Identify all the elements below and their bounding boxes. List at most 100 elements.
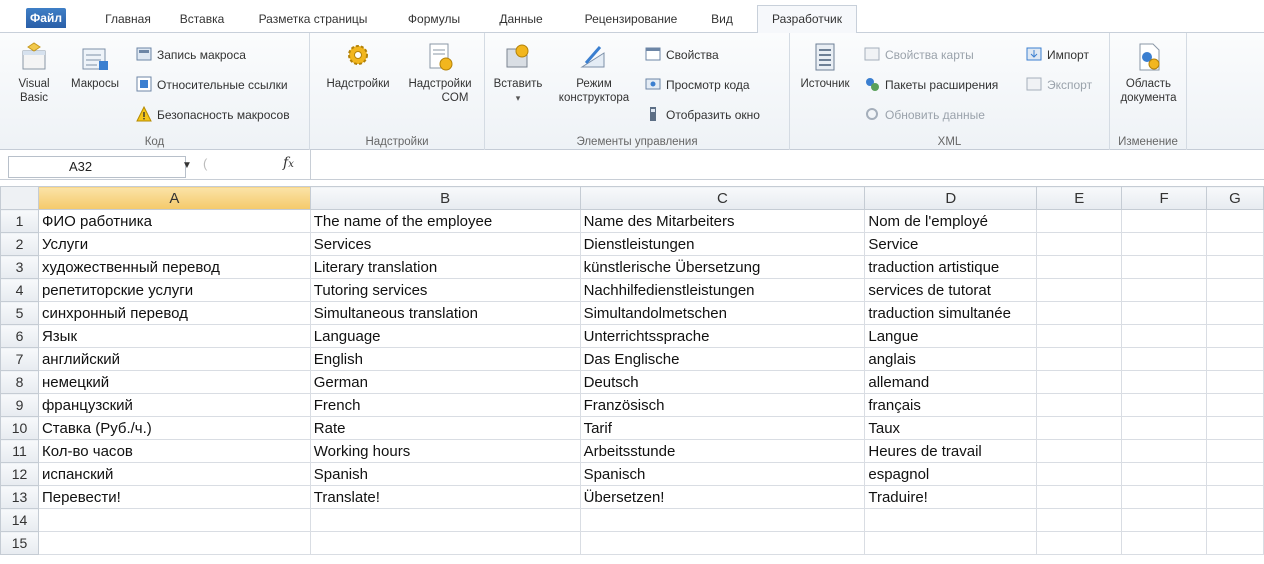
- table-cell[interactable]: [1121, 508, 1208, 532]
- table-cell[interactable]: anglais: [864, 347, 1038, 371]
- table-cell[interactable]: [579, 508, 866, 532]
- row-header[interactable]: 15: [0, 531, 39, 555]
- table-cell[interactable]: репетиторские услуги: [37, 278, 311, 302]
- table-cell[interactable]: espagnol: [864, 462, 1038, 486]
- table-cell[interactable]: [1036, 301, 1123, 325]
- table-cell[interactable]: Deutsch: [579, 370, 866, 394]
- table-cell[interactable]: [1206, 301, 1264, 325]
- com-addins-button[interactable]: Надстройки COM: [400, 41, 480, 105]
- table-cell[interactable]: [1036, 232, 1123, 256]
- row-header[interactable]: 13: [0, 485, 39, 509]
- table-cell[interactable]: [1206, 439, 1264, 463]
- macro-security-button[interactable]: Безопасность макросов: [136, 105, 290, 125]
- table-cell[interactable]: Langue: [864, 324, 1038, 348]
- table-cell[interactable]: английский: [37, 347, 311, 371]
- row-header[interactable]: 7: [0, 347, 39, 371]
- table-cell[interactable]: Unterrichtssprache: [579, 324, 866, 348]
- table-cell[interactable]: Язык: [37, 324, 311, 348]
- table-cell[interactable]: French: [309, 393, 581, 417]
- tab-review[interactable]: Рецензирование: [576, 9, 686, 33]
- tab-data[interactable]: Данные: [494, 9, 548, 33]
- table-cell[interactable]: English: [309, 347, 581, 371]
- table-cell[interactable]: [1121, 485, 1208, 509]
- name-box-dropdown-icon[interactable]: ▼: [182, 160, 192, 171]
- row-header[interactable]: 10: [0, 416, 39, 440]
- addins-button[interactable]: Надстройки: [318, 41, 398, 91]
- table-cell[interactable]: [864, 508, 1038, 532]
- table-cell[interactable]: [1206, 278, 1264, 302]
- table-cell[interactable]: [1206, 209, 1264, 233]
- insert-control-button[interactable]: Вставить ▾: [489, 41, 547, 105]
- column-header[interactable]: C: [579, 186, 866, 210]
- table-cell[interactable]: Services: [309, 232, 581, 256]
- table-cell[interactable]: французский: [37, 393, 311, 417]
- column-header[interactable]: F: [1121, 186, 1208, 210]
- table-cell[interactable]: художественный перевод: [37, 255, 311, 279]
- table-cell[interactable]: Heures de travail: [864, 439, 1038, 463]
- tab-insert[interactable]: Вставка: [172, 9, 232, 33]
- row-header[interactable]: 1: [0, 209, 39, 233]
- table-cell[interactable]: [1121, 301, 1208, 325]
- table-cell[interactable]: [1036, 462, 1123, 486]
- table-cell[interactable]: Кол-во часов: [37, 439, 311, 463]
- table-cell[interactable]: [37, 508, 311, 532]
- column-header[interactable]: G: [1206, 186, 1264, 210]
- table-cell[interactable]: [1121, 416, 1208, 440]
- table-cell[interactable]: [1121, 209, 1208, 233]
- table-cell[interactable]: [1036, 370, 1123, 394]
- table-cell[interactable]: [1206, 393, 1264, 417]
- column-header[interactable]: D: [864, 186, 1038, 210]
- row-header[interactable]: 12: [0, 462, 39, 486]
- tab-home[interactable]: Главная: [100, 9, 156, 33]
- row-header[interactable]: 14: [0, 508, 39, 532]
- table-cell[interactable]: künstlerische Übersetzung: [579, 255, 866, 279]
- table-cell[interactable]: Spanisch: [579, 462, 866, 486]
- table-cell[interactable]: traduction simultanée: [864, 301, 1038, 325]
- tab-formulas[interactable]: Формулы: [404, 9, 464, 33]
- table-cell[interactable]: Das Englische: [579, 347, 866, 371]
- table-cell[interactable]: [1121, 370, 1208, 394]
- table-cell[interactable]: [1121, 393, 1208, 417]
- tab-file[interactable]: Файл: [26, 8, 66, 28]
- table-cell[interactable]: German: [309, 370, 581, 394]
- macros-button[interactable]: Макросы: [62, 41, 128, 91]
- visual-basic-button[interactable]: Visual Basic: [14, 41, 54, 105]
- table-cell[interactable]: [1206, 508, 1264, 532]
- table-cell[interactable]: services de tutorat: [864, 278, 1038, 302]
- row-header[interactable]: 5: [0, 301, 39, 325]
- run-dialog-button[interactable]: Отобразить окно: [645, 105, 760, 125]
- table-cell[interactable]: [864, 531, 1038, 555]
- table-cell[interactable]: испанский: [37, 462, 311, 486]
- table-cell[interactable]: [1036, 439, 1123, 463]
- refresh-data-button[interactable]: Обновить данные: [864, 105, 985, 125]
- tab-page-layout[interactable]: Разметка страницы: [256, 9, 370, 33]
- table-cell[interactable]: [1036, 255, 1123, 279]
- table-cell[interactable]: [1206, 416, 1264, 440]
- table-cell[interactable]: [1121, 347, 1208, 371]
- table-cell[interactable]: немецкий: [37, 370, 311, 394]
- table-cell[interactable]: [1206, 232, 1264, 256]
- table-cell[interactable]: Simultaneous translation: [309, 301, 581, 325]
- insert-function-icon[interactable]: fx: [283, 155, 294, 171]
- table-cell[interactable]: [1206, 531, 1264, 555]
- table-cell[interactable]: [1206, 462, 1264, 486]
- table-cell[interactable]: Language: [309, 324, 581, 348]
- table-cell[interactable]: [1121, 324, 1208, 348]
- table-cell[interactable]: Dienstleistungen: [579, 232, 866, 256]
- table-cell[interactable]: Arbeitsstunde: [579, 439, 866, 463]
- table-cell[interactable]: [1206, 347, 1264, 371]
- table-cell[interactable]: [1036, 508, 1123, 532]
- table-cell[interactable]: Перевести!: [37, 485, 311, 509]
- table-cell[interactable]: Tutoring services: [309, 278, 581, 302]
- expansion-packs-button[interactable]: Пакеты расширения: [864, 75, 998, 95]
- table-cell[interactable]: синхронный перевод: [37, 301, 311, 325]
- relative-references-button[interactable]: Относительные ссылки: [136, 75, 288, 95]
- table-cell[interactable]: [1121, 255, 1208, 279]
- table-cell[interactable]: [1036, 278, 1123, 302]
- table-cell[interactable]: [1036, 485, 1123, 509]
- properties-button[interactable]: Свойства: [645, 45, 719, 65]
- table-cell[interactable]: [1206, 370, 1264, 394]
- table-cell[interactable]: Übersetzen!: [579, 485, 866, 509]
- table-cell[interactable]: Name des Mitarbeiters: [579, 209, 866, 233]
- map-properties-button[interactable]: Свойства карты: [864, 45, 974, 65]
